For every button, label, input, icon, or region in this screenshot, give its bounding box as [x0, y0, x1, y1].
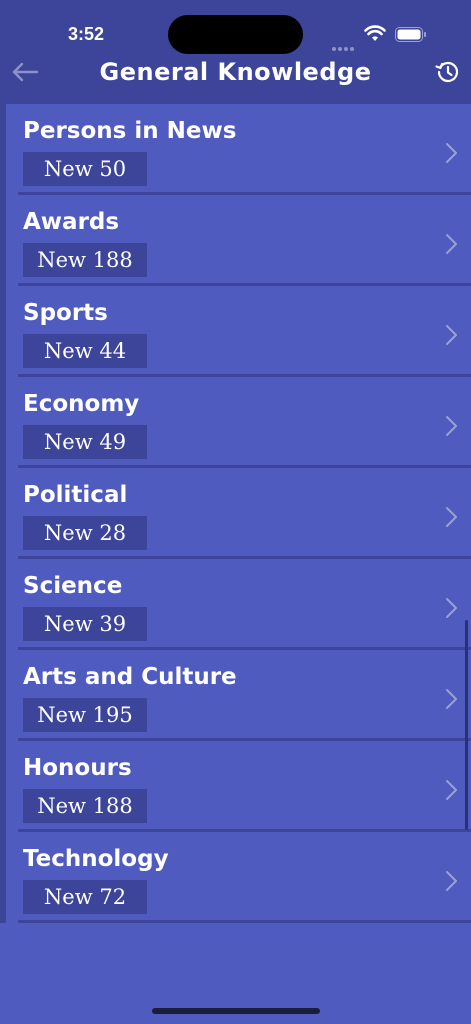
- scrollbar[interactable]: [465, 620, 468, 830]
- list-item-political[interactable]: Political New 28: [0, 468, 471, 559]
- category-title: Political: [23, 482, 128, 508]
- cellular-signal-icon: [332, 36, 358, 51]
- list-item-honours[interactable]: Honours New 188: [0, 741, 471, 832]
- navigation-bar: General Knowledge: [0, 52, 471, 95]
- list-item-persons-in-news[interactable]: Persons in News New 50: [0, 104, 471, 195]
- chevron-right-icon: [446, 780, 457, 800]
- new-count-badge: New 44: [23, 334, 147, 368]
- category-title: Persons in News: [23, 118, 237, 144]
- top-bar: 3:52 General Knowledge: [0, 0, 471, 95]
- battery-icon: [395, 27, 426, 42]
- chevron-right-icon: [446, 871, 457, 891]
- list-item-technology[interactable]: Technology New 72: [0, 832, 471, 923]
- history-icon[interactable]: [434, 58, 462, 86]
- status-bar: 3:52: [0, 0, 471, 54]
- new-count-badge: New 39: [23, 607, 147, 641]
- category-title: Economy: [23, 391, 140, 417]
- list-divider: [0, 95, 471, 104]
- list-item-economy[interactable]: Economy New 49: [0, 377, 471, 468]
- chevron-right-icon: [446, 325, 457, 345]
- new-count-badge: New 28: [23, 516, 147, 550]
- wifi-icon: [364, 25, 386, 41]
- chevron-right-icon: [446, 598, 457, 618]
- new-count-badge: New 188: [23, 789, 147, 823]
- category-title: Honours: [23, 755, 132, 781]
- category-list: Persons in News New 50 Awards New 188 Sp…: [0, 95, 471, 923]
- dynamic-island: [168, 15, 303, 54]
- chevron-right-icon: [446, 416, 457, 436]
- category-title: Awards: [23, 209, 120, 235]
- page-title: General Knowledge: [99, 58, 372, 86]
- chevron-right-icon: [446, 689, 457, 709]
- chevron-right-icon: [446, 507, 457, 527]
- new-count-badge: New 195: [23, 698, 147, 732]
- list-item-science[interactable]: Science New 39: [0, 559, 471, 650]
- new-count-badge: New 50: [23, 152, 147, 186]
- category-title: Technology: [23, 846, 169, 872]
- new-count-badge: New 72: [23, 880, 147, 914]
- list-item-sports[interactable]: Sports New 44: [0, 286, 471, 377]
- new-count-badge: New 49: [23, 425, 147, 459]
- chevron-right-icon: [446, 143, 457, 163]
- new-count-badge: New 188: [23, 243, 147, 277]
- chevron-right-icon: [446, 234, 457, 254]
- category-title: Science: [23, 573, 123, 599]
- category-title: Sports: [23, 300, 108, 326]
- list-item-arts-and-culture[interactable]: Arts and Culture New 195: [0, 650, 471, 741]
- category-title: Arts and Culture: [23, 664, 237, 690]
- home-indicator[interactable]: [152, 1008, 320, 1014]
- list-item-awards[interactable]: Awards New 188: [0, 195, 471, 286]
- status-time: 3:52: [68, 24, 105, 44]
